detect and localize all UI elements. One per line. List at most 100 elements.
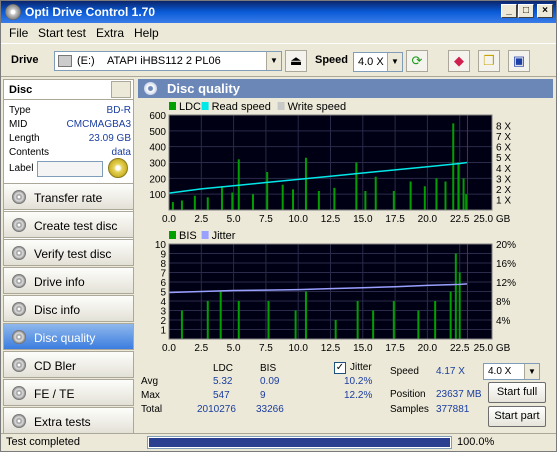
- title-bar: Opti Drive Control 1.70 _ □ ×: [1, 1, 556, 23]
- bis-y2-tick: 8%: [496, 297, 511, 308]
- jitter-label: Jitter: [350, 362, 372, 373]
- ldc-y-tick: 500: [149, 127, 166, 138]
- speed-stat-value: 4.17 X: [436, 366, 465, 377]
- nav-verify-test-disc[interactable]: Verify test disc: [3, 239, 134, 266]
- speed-select[interactable]: 4.0 X ▼: [353, 52, 403, 72]
- left-panel: Disc Type BD-R MID CMCMAGBA3 Length 23.09 G…: [3, 79, 134, 434]
- bis-bar: [304, 291, 307, 339]
- label-label: Label: [9, 163, 34, 174]
- ldc-x-tick: 20.0: [418, 214, 438, 225]
- save-icon[interactable]: ▣: [508, 50, 530, 72]
- nav-label: FE / TE: [34, 387, 75, 401]
- refresh-icon[interactable]: ⟳: [406, 50, 428, 72]
- ldc-bar: [193, 195, 196, 210]
- bis-x-tick: 7.5: [259, 343, 273, 354]
- drive-select[interactable]: (E:) ATAPI iHBS112 2 PL06 ▼: [54, 51, 282, 71]
- bis-x-tick: 25.0 GB: [474, 343, 511, 354]
- ldc-y2-tick: 6 X: [496, 143, 511, 154]
- ldc-x-tick: 12.5: [321, 214, 341, 225]
- ldc-y2-tick: 4 X: [496, 164, 511, 175]
- ldc-bar: [220, 186, 223, 210]
- bis-legend-swatch: [201, 231, 209, 239]
- window-title: Opti Drive Control 1.70: [25, 5, 156, 19]
- nav-drive-info[interactable]: Drive info: [3, 267, 134, 294]
- chevron-down-icon[interactable]: ▼: [387, 53, 402, 71]
- bis-bar: [180, 310, 183, 339]
- menu-bar: File Start test Extra Help: [1, 23, 556, 42]
- ldc-bar: [206, 197, 209, 210]
- copy-icon[interactable]: ❐: [478, 50, 500, 72]
- ldc-bar: [465, 194, 468, 210]
- disc-quality-panel: Disc quality LDC Read speed Write speed 600…: [138, 79, 553, 434]
- disc-icon: [12, 274, 26, 288]
- ldc-x-tick: 2.5: [194, 214, 208, 225]
- nav-transfer-rate[interactable]: Transfer rate: [3, 183, 134, 210]
- ldc-x-tick: 15.0: [353, 214, 373, 225]
- ldc-legend-swatch: [169, 102, 176, 110]
- bis-bar: [417, 310, 420, 339]
- start-full-button[interactable]: Start full: [488, 382, 546, 403]
- avg-label: Avg: [141, 376, 159, 387]
- ldc-bar: [409, 181, 412, 210]
- menu-start-test[interactable]: Start test: [38, 26, 86, 40]
- ldc-bar: [266, 172, 269, 210]
- bis-bar: [372, 310, 375, 339]
- jitter-checkbox[interactable]: ✓: [334, 362, 346, 374]
- ldc-legend-swatch: [201, 102, 209, 110]
- nav-cd-bler[interactable]: CD Bler: [3, 351, 134, 378]
- avg-ldc-value: 5.32: [213, 376, 233, 387]
- ldc-x-tick: 10.0: [288, 214, 308, 225]
- max-ldc-value: 547: [213, 390, 230, 401]
- menu-file[interactable]: File: [9, 26, 28, 40]
- total-bis-value: 33266: [256, 404, 284, 415]
- close-icon[interactable]: ×: [537, 4, 553, 18]
- nav-create-test-disc[interactable]: Create test disc: [3, 211, 134, 238]
- disc-panel-toggle-button[interactable]: [111, 81, 131, 98]
- type-label: Type: [9, 105, 31, 116]
- ldc-x-tick: 7.5: [259, 214, 273, 225]
- toolbar: Drive (E:) ATAPI iHBS112 2 PL06 ▼ ⏏ Spee…: [1, 43, 556, 77]
- eject-icon[interactable]: ⏏: [285, 50, 307, 72]
- nav-label: CD Bler: [34, 359, 77, 373]
- ldc-bar: [374, 176, 377, 210]
- maximize-icon[interactable]: □: [518, 4, 534, 18]
- bis-legend-label: Jitter: [212, 230, 236, 242]
- disc-icon: [144, 82, 157, 95]
- total-ldc-value: 2010276: [197, 404, 236, 415]
- label-refresh-icon[interactable]: [108, 158, 128, 178]
- nav-fe-te[interactable]: FE / TE: [3, 379, 134, 406]
- menu-help[interactable]: Help: [134, 26, 159, 40]
- nav-disc-quality[interactable]: Disc quality: [3, 323, 134, 350]
- nav-extra-tests[interactable]: Extra tests: [3, 407, 134, 434]
- bis-bar: [294, 310, 297, 339]
- panel-header: Disc quality: [138, 79, 553, 98]
- start-part-button[interactable]: Start part: [488, 406, 546, 427]
- ldc-y2-tick: 1 X: [496, 195, 511, 206]
- ldc-y-tick: 200: [149, 174, 166, 185]
- bis-x-tick: 12.5: [321, 343, 341, 354]
- disc-icon: [12, 330, 26, 344]
- ldc-y-tick: 600: [149, 111, 166, 122]
- bis-bar: [434, 301, 437, 339]
- nav-label: Create test disc: [34, 219, 118, 233]
- bis-y2-tick: 16%: [496, 259, 516, 270]
- chevron-down-icon[interactable]: ▼: [266, 52, 281, 70]
- ldc-bar: [180, 200, 183, 210]
- bis-x-tick: 15.0: [353, 343, 373, 354]
- disc-label-input[interactable]: [37, 161, 103, 177]
- chevron-down-icon[interactable]: ▼: [524, 364, 539, 379]
- col-bis-header: BIS: [260, 363, 277, 374]
- minimize-icon[interactable]: _: [501, 4, 517, 18]
- nav-label: Extra tests: [34, 415, 91, 429]
- mid-value: CMCMAGBA3: [66, 119, 131, 130]
- test-speed-select[interactable]: 4.0 X ▼: [483, 363, 540, 380]
- disc-header: Disc: [3, 79, 134, 100]
- ldc-bar: [304, 157, 307, 210]
- nav-label: Disc info: [34, 303, 81, 317]
- disc-icon: [12, 414, 26, 428]
- ldc-y2-tick: 3 X: [496, 174, 511, 185]
- erase-icon[interactable]: ◆: [448, 50, 470, 72]
- menu-extra[interactable]: Extra: [96, 26, 124, 40]
- bis-x-tick: 0.0: [162, 343, 176, 354]
- nav-disc-info[interactable]: Disc info: [3, 295, 134, 322]
